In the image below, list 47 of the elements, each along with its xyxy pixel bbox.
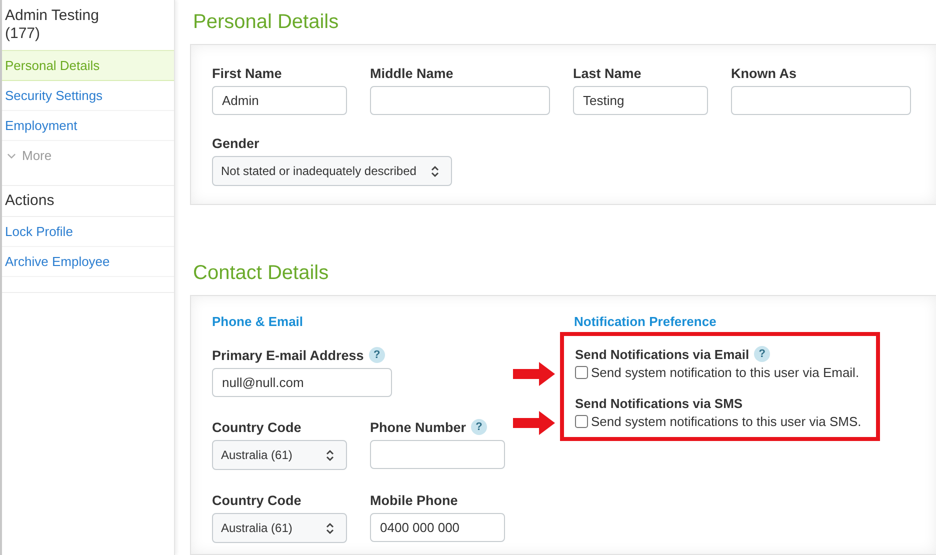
subsection-heading: Phone & Email xyxy=(212,313,304,331)
input-field[interactable]: Testing xyxy=(573,86,708,115)
section-heading: Personal Details xyxy=(193,10,340,34)
up-down-icon xyxy=(431,164,439,178)
up-down-icon xyxy=(326,448,334,462)
input-field[interactable] xyxy=(370,440,505,469)
field-label: Middle Name xyxy=(370,66,454,80)
select-field[interactable]: Australia (61) xyxy=(212,513,347,543)
sidebar-link[interactable]: Archive Employee xyxy=(2,247,174,277)
field-label: Country Code xyxy=(212,492,302,508)
field-label: Known As xyxy=(731,66,796,80)
help-icon[interactable]: ? xyxy=(471,419,488,435)
section-heading: Contact Details xyxy=(193,261,330,285)
checkbox[interactable] xyxy=(575,415,588,428)
field-label: Gender xyxy=(212,136,260,150)
input-field[interactable]: null@null.com xyxy=(212,368,392,397)
sidebar-link[interactable]: Lock Profile xyxy=(2,217,174,247)
input-field[interactable]: 0400 000 000 xyxy=(370,513,505,542)
select-field[interactable]: Australia (61) xyxy=(212,440,347,470)
field-label: Primary E-mail Address xyxy=(212,348,364,362)
input-field[interactable]: Admin xyxy=(212,86,347,115)
checkbox-label: Send system notification to this user via Email. xyxy=(591,365,860,380)
sidebar-item[interactable]: Personal Details xyxy=(2,51,174,81)
section-heading: Actions xyxy=(2,186,174,217)
help-icon[interactable]: ? xyxy=(368,347,385,363)
checkbox-label: Send system notifications to this user via SMS. xyxy=(591,414,862,429)
sidebar-item[interactable]: Employment xyxy=(2,111,174,141)
option-title: Send Notifications via SMS xyxy=(575,396,743,410)
more-toggle[interactable]: More xyxy=(2,141,174,171)
field-label: Country Code xyxy=(212,420,302,434)
input-field[interactable] xyxy=(731,86,911,115)
arrow-icon xyxy=(513,362,555,386)
field-label: Phone Number xyxy=(370,420,466,434)
checkbox[interactable] xyxy=(575,366,588,379)
option-title: Send Notifications via Email xyxy=(575,346,750,362)
input-field[interactable] xyxy=(370,86,550,115)
up-down-icon xyxy=(326,522,334,534)
chevron-down-icon xyxy=(7,153,16,159)
help-icon[interactable]: ? xyxy=(754,346,770,362)
profile-name: Admin Testing (177) xyxy=(5,7,100,43)
sidebar-item[interactable]: Security Settings xyxy=(2,81,174,111)
field-label: Last Name xyxy=(573,66,642,80)
select-field[interactable]: Not stated or inadequately described xyxy=(212,156,452,186)
subsection-heading: Notification Preference xyxy=(574,313,718,331)
arrow-icon xyxy=(513,411,555,435)
field-label: First Name xyxy=(212,66,282,80)
field-label: Mobile Phone xyxy=(370,492,458,508)
